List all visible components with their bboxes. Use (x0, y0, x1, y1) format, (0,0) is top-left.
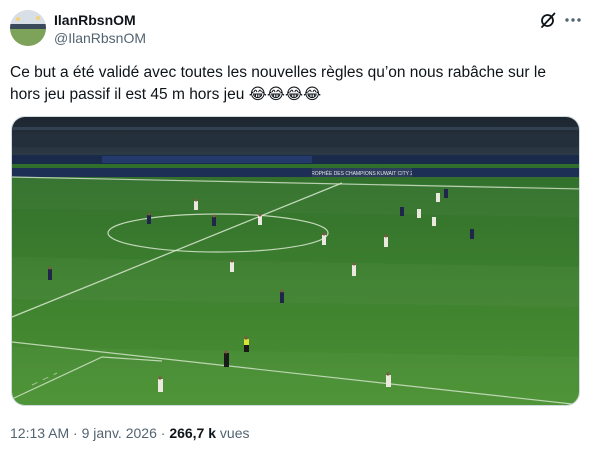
grok-icon[interactable] (539, 11, 557, 29)
author-names: IlanRbsnOM @IlanRbsnOM (54, 11, 146, 47)
views-count: 266,7 k (169, 425, 217, 441)
tweet-text: Ce but a été validé avec toutes les nouv… (10, 64, 546, 103)
avatar-stadium-icon (10, 10, 46, 46)
handle[interactable]: @IlanRbsnOM (54, 29, 146, 47)
avatar[interactable] (10, 10, 46, 46)
meta-separator: · (73, 425, 78, 441)
tweet-header: IlanRbsnOM @IlanRbsnOM (10, 10, 583, 48)
tweet-meta: 12:13 AM · 9 janv. 2026 · 266,7 k vues (10, 424, 250, 442)
boards-text: TROPHÉE DES CHAMPIONS KUWAIT CITY 25 (308, 170, 416, 177)
meta-separator-2: · (160, 425, 166, 441)
tweet-time[interactable]: 12:13 AM (10, 425, 69, 441)
football-pitch-image: TROPHÉE DES CHAMPIONS KUWAIT CITY 25 (12, 117, 579, 405)
more-dots-icon[interactable] (563, 11, 583, 29)
tweet-media[interactable]: TROPHÉE DES CHAMPIONS KUWAIT CITY 25 (11, 116, 580, 406)
views-label: vues (219, 425, 250, 441)
tweet-date[interactable]: 9 janv. 2026 (82, 425, 157, 441)
display-name[interactable]: IlanRbsnOM (54, 11, 146, 29)
